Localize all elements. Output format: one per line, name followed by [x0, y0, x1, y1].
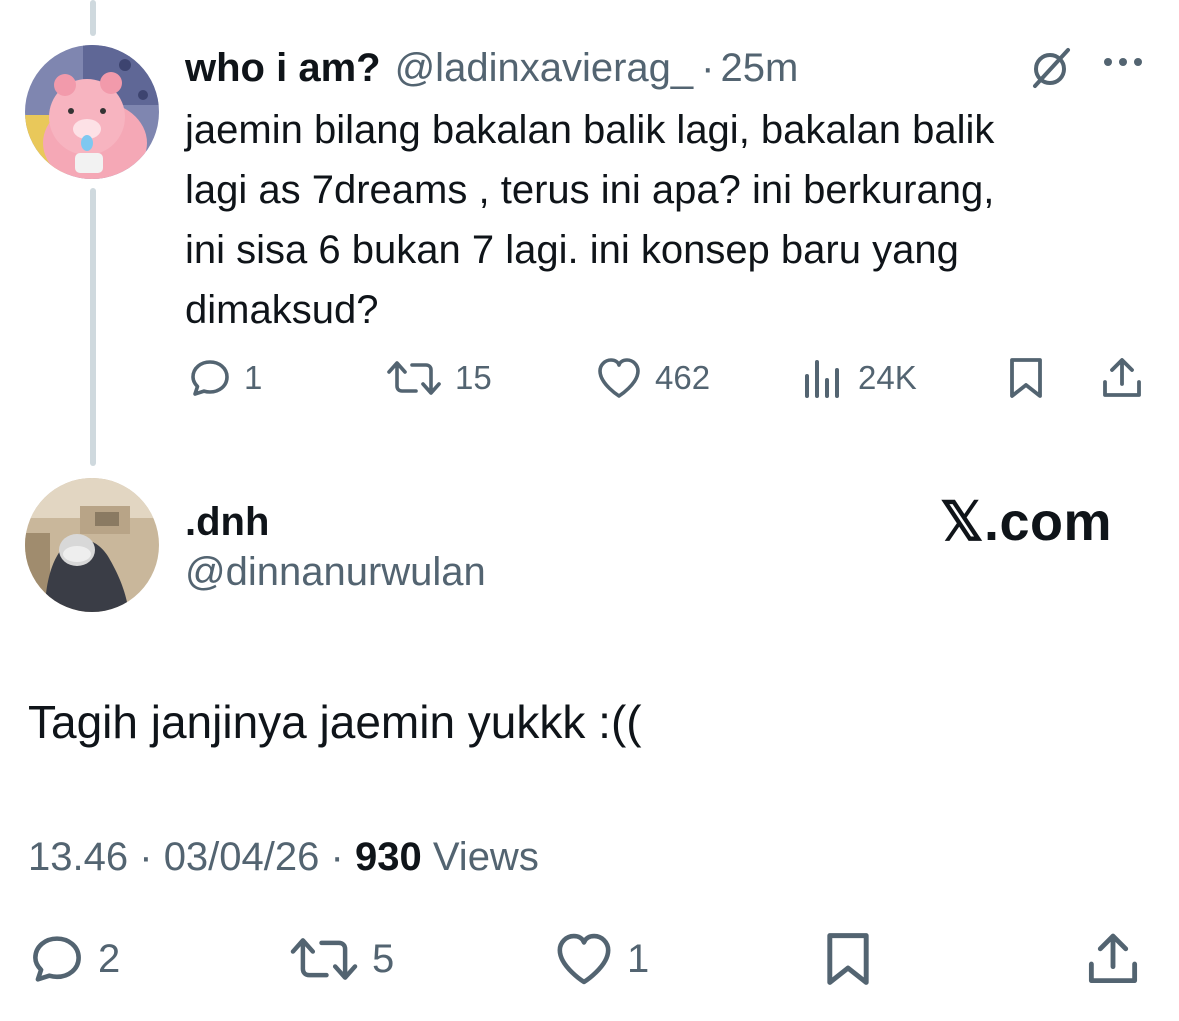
- views-label: Views: [432, 835, 539, 879]
- like-button[interactable]: 462: [595, 354, 710, 402]
- reply-icon: [33, 936, 81, 982]
- reply-icon: [191, 360, 229, 396]
- repost-icon: [387, 361, 441, 395]
- x-logo: 𝕏.com: [940, 492, 1113, 552]
- share-button[interactable]: [1085, 928, 1141, 990]
- repost-count: 15: [455, 359, 492, 396]
- separator-dot: ·: [701, 45, 715, 90]
- avatar[interactable]: [25, 478, 159, 612]
- like-count: 462: [655, 359, 711, 396]
- handle[interactable]: @ladinxavierag_: [395, 46, 694, 91]
- thread-line-top: [90, 0, 96, 36]
- views-button[interactable]: 24K: [802, 354, 917, 402]
- avatar[interactable]: [25, 45, 159, 179]
- reply-button[interactable]: 2: [28, 928, 120, 990]
- tweet-header: who i am? @ladinxavierag_ · 25m: [185, 40, 798, 96]
- tweet-text: jaemin bilang bakalan balik lagi, bakala…: [185, 108, 995, 332]
- more-icon[interactable]: [1100, 50, 1146, 79]
- repost-button[interactable]: 5: [288, 928, 394, 990]
- like-icon: [598, 358, 640, 398]
- date[interactable]: 03/04/26: [164, 835, 320, 879]
- share-icon: [1088, 933, 1138, 984]
- handle[interactable]: @dinnanurwulan: [185, 550, 486, 595]
- tweet-text: Tagih janjinya jaemin yukkk :((: [28, 696, 642, 748]
- thread-line: [90, 188, 96, 466]
- repost-count: 5: [372, 936, 395, 981]
- separator-dot: ·: [330, 835, 344, 879]
- views-icon: [805, 360, 839, 398]
- timestamp[interactable]: 13.46: [28, 835, 128, 879]
- reply-count: 2: [98, 936, 121, 981]
- circle-slash-icon[interactable]: [1026, 44, 1074, 97]
- separator-dot: ·: [139, 835, 153, 879]
- share-icon: [1103, 358, 1141, 397]
- display-name[interactable]: who i am?: [185, 46, 381, 91]
- bookmark-button[interactable]: [1006, 354, 1046, 402]
- like-count: 1: [627, 936, 650, 981]
- views-count: 930: [354, 835, 422, 879]
- share-button[interactable]: [1100, 354, 1144, 402]
- views-count: 24K: [858, 359, 917, 396]
- repost-button[interactable]: 15: [385, 354, 492, 402]
- bookmark-icon: [1010, 358, 1042, 398]
- like-button[interactable]: 1: [553, 928, 649, 990]
- timestamp[interactable]: 25m: [720, 46, 798, 91]
- bookmark-button[interactable]: [822, 928, 874, 990]
- reply-count: 1: [244, 359, 263, 396]
- repost-icon: [290, 938, 358, 980]
- tweet-meta: 13.46 · 03/04/26 · 930 Views: [28, 835, 539, 880]
- display-name[interactable]: .dnh: [185, 500, 269, 545]
- bookmark-icon: [827, 933, 869, 985]
- like-icon: [557, 933, 611, 985]
- reply-button[interactable]: 1: [188, 354, 262, 402]
